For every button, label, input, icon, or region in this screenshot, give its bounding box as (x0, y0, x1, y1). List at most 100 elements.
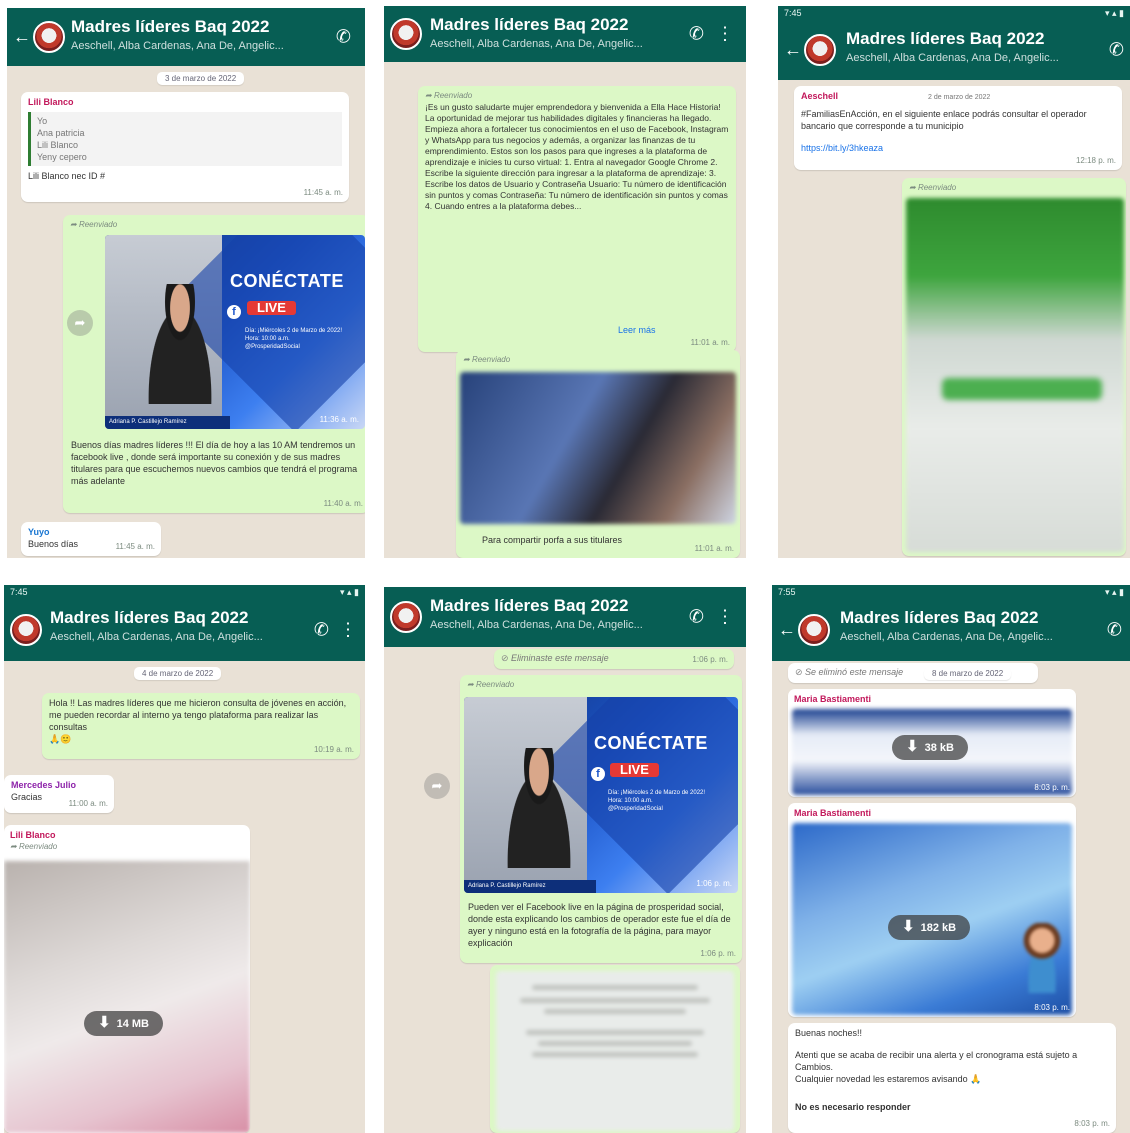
chat-header[interactable]: Madres líderes Baq 2022 Aeschell, Alba C… (4, 599, 365, 661)
message-time: 11:01 a. m. (690, 338, 730, 347)
chat-screenshot-5: Madres líderes Baq 2022 Aeschell, Alba C… (384, 587, 746, 1133)
blurred-line (543, 1009, 687, 1014)
message-emoji: 🙏🙂 (49, 734, 72, 744)
status-bar: 7:45 ▾ ▴ ▮ (778, 6, 1130, 20)
blurred-line (519, 998, 711, 1003)
chat-participants: Aeschell, Alba Cardenas, Ana De, Angelic… (840, 631, 1053, 643)
message-text: ¡Es un gusto saludarte mujer emprendedor… (425, 102, 729, 211)
deleted-text: Se eliminó este mensaje (805, 667, 904, 677)
forwarded-label-text: Reenviado (471, 355, 511, 364)
message-text: Hola !! Las madres líderes que me hicier… (49, 698, 347, 732)
read-more-link[interactable]: Leer más (618, 324, 656, 336)
forwarded-label-text: Reenviado (475, 680, 515, 689)
outgoing-blurred-document (490, 965, 740, 1133)
forward-icon: ➦ (909, 183, 918, 192)
date-chip: 8 de marzo de 2022 (924, 667, 1012, 680)
message-link[interactable]: https://bit.ly/3hkeaza (801, 142, 1115, 154)
quoted-line: Ana patricia (37, 128, 85, 138)
group-avatar[interactable] (390, 18, 422, 50)
outgoing-forwarded-message: ➦ Reenviado CONÉCTATE f LIVE Día: ¡Miérc… (63, 215, 365, 513)
back-arrow-icon[interactable]: ← (784, 40, 802, 61)
sender-row: Aeschell 2 de marzo de 2022 (801, 90, 1115, 104)
status-icons: ▾ ▴ ▮ (1105, 8, 1124, 18)
chat-header[interactable]: ← Madres líderes Baq 2022 Aeschell, Alba… (7, 8, 365, 66)
quoted-list: Yo Ana patricia Lili Blanco Yeny cepero (28, 112, 342, 166)
deleted-text: Eliminaste este mensaje (511, 653, 609, 663)
quoted-line: Yo (37, 116, 48, 126)
poster-info: Día: ¡Miércoles 2 de Marzo de 2022! Hora… (245, 327, 360, 351)
chat-header[interactable]: Madres líderes Baq 2022 Aeschell, Alba C… (384, 587, 746, 647)
download-size: 38 kB (924, 742, 954, 754)
group-avatar[interactable] (10, 614, 42, 646)
call-add-icon[interactable]: ✆ (689, 607, 704, 628)
message-date: 2 de marzo de 2022 (928, 94, 991, 101)
download-button[interactable]: ⬇ 14 MB (84, 1011, 163, 1036)
more-options-icon[interactable]: ⋮ (716, 24, 734, 45)
group-avatar[interactable] (804, 34, 836, 66)
group-avatar[interactable] (390, 601, 422, 633)
group-avatar[interactable] (798, 614, 830, 646)
outgoing-forwarded-message: ➦ Reenviado ¡Es un gusto saludarte mujer… (418, 86, 736, 352)
back-arrow-icon[interactable]: ← (778, 620, 796, 641)
poster-headline: CONÉCTATE (594, 733, 708, 753)
chat-title[interactable]: Madres líderes Baq 2022 (71, 17, 269, 37)
message-sender: Yuyo (28, 527, 50, 537)
message-sender: Mercedes Julio (11, 780, 77, 790)
poster-info-line: Hora: 10:00 a.m. (245, 336, 290, 342)
poster-live-badge: LIVE (610, 763, 659, 777)
forward-share-icon[interactable]: ➦ (67, 310, 93, 336)
status-icons: ▾ ▴ ▮ (340, 587, 359, 597)
blurred-video-thumbnail[interactable] (4, 861, 250, 1133)
chat-title[interactable]: Madres líderes Baq 2022 (840, 608, 1038, 628)
chat-header[interactable]: ← Madres líderes Baq 2022 Aeschell, Alba… (772, 599, 1130, 661)
chat-title[interactable]: Madres líderes Baq 2022 (846, 29, 1044, 49)
forward-share-icon[interactable]: ➦ (424, 773, 450, 799)
call-add-icon[interactable]: ✆ (1107, 620, 1122, 641)
chat-screenshot-2: Madres líderes Baq 2022 Aeschell, Alba C… (384, 6, 746, 558)
blurred-document-preview[interactable] (496, 971, 734, 1131)
chat-screenshot-3: 7:45 ▾ ▴ ▮ ← Madres líderes Baq 2022 Aesc… (778, 6, 1130, 558)
event-poster-image[interactable]: CONÉCTATE f LIVE Día: ¡Miércoles 2 de Ma… (105, 235, 365, 429)
download-button[interactable]: ⬇ 38 kB (892, 735, 968, 760)
status-icons: ▾ ▴ ▮ (1105, 587, 1124, 597)
blurred-figure (1022, 923, 1062, 993)
chat-title[interactable]: Madres líderes Baq 2022 (430, 15, 628, 35)
message-sender: Lili Blanco (28, 97, 74, 107)
chat-title[interactable]: Madres líderes Baq 2022 (50, 608, 248, 628)
poster-info-line: Hora: 10:00 a.m. (608, 798, 653, 804)
blurred-image[interactable] (906, 198, 1124, 552)
poster-headline: CONÉCTATE (230, 271, 344, 291)
call-add-icon[interactable]: ✆ (336, 27, 351, 48)
group-avatar[interactable] (33, 21, 65, 53)
call-add-icon[interactable]: ✆ (689, 24, 704, 45)
more-options-icon[interactable]: ⋮ (716, 607, 734, 628)
deleted-icon: ⊘ (501, 653, 512, 663)
chat-header[interactable]: Madres líderes Baq 2022 Aeschell, Alba C… (384, 6, 746, 62)
image-time: 1:06 p. m. (696, 879, 732, 888)
event-poster-image[interactable]: CONÉCTATE f LIVE Día: ¡Miércoles 2 de Ma… (464, 697, 738, 893)
incoming-message: Lili Blanco Yo Ana patricia Lili Blanco … (21, 92, 349, 202)
message-sender: Aeschell (801, 91, 839, 101)
deleted-message: ⊘ Eliminaste este mensaje 1:06 p. m. (494, 649, 734, 669)
download-button[interactable]: ⬇ 182 kB (888, 915, 971, 940)
more-options-icon[interactable]: ⋮ (339, 620, 357, 641)
message-title: Buenas noches!! (795, 1028, 863, 1038)
chat-title[interactable]: Madres líderes Baq 2022 (430, 596, 628, 616)
blurred-image-banner (942, 378, 1102, 400)
message-time: 11:01 a. m. (694, 544, 734, 553)
message-text: Cualquier novedad les estaremos avisando… (795, 1074, 982, 1084)
image-caption: Para compartir porfa a sus titulares (482, 535, 623, 545)
status-bar: 7:55 ▾ ▴ ▮ (772, 585, 1130, 599)
chat-participants: Aeschell, Alba Cardenas, Ana De, Angelic… (430, 619, 643, 631)
chat-header[interactable]: ← Madres líderes Baq 2022 Aeschell, Alba… (778, 20, 1130, 80)
call-add-icon[interactable]: ✆ (1109, 40, 1124, 61)
status-bar: 7:45 ▾ ▴ ▮ (4, 585, 365, 599)
call-add-icon[interactable]: ✆ (314, 620, 329, 641)
forwarded-label: ➦ Reenviado (467, 679, 735, 691)
back-arrow-icon[interactable]: ← (13, 27, 31, 48)
download-arrow-icon: ⬇ (902, 918, 915, 935)
message-time: 8:03 p. m. (1034, 783, 1070, 792)
status-time: 7:45 (10, 587, 28, 597)
incoming-message: Yuyo Buenos días 11:45 a. m. (21, 522, 161, 556)
blurred-photo[interactable] (460, 372, 736, 524)
